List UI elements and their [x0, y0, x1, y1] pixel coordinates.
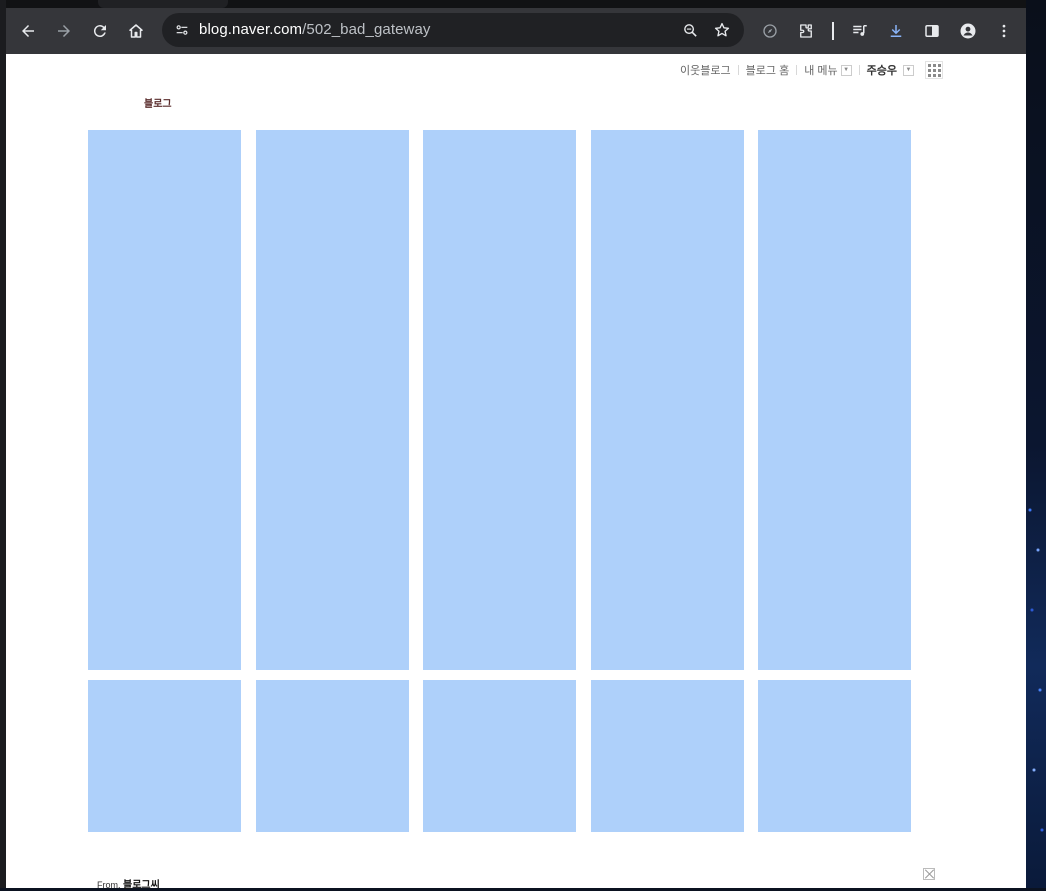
back-icon	[22, 25, 34, 37]
profile-icon	[960, 23, 976, 39]
placeholder-tile	[256, 680, 409, 832]
placeholder-tile	[88, 680, 241, 832]
forward-button[interactable]	[50, 17, 78, 45]
placeholder-tile	[88, 130, 241, 670]
browser-window: blog.naver.com/502_bad_gateway 이웃블로그 블로그…	[6, 0, 1026, 891]
site-info-icon	[176, 25, 188, 35]
tab-strip	[6, 0, 1026, 8]
nav-separator	[858, 65, 860, 75]
chevron-down-icon: ▼	[903, 64, 914, 76]
browser-toolbar: blog.naver.com/502_bad_gateway	[6, 8, 1026, 54]
placeholder-tile	[423, 130, 576, 670]
grid-dot	[937, 73, 941, 77]
address-bar[interactable]: blog.naver.com/502_bad_gateway	[162, 13, 744, 47]
grid-dot	[927, 68, 931, 72]
bookmark-star-icon	[714, 22, 730, 37]
placeholder-tile	[758, 680, 911, 832]
from-credit: From. 블로그씨	[97, 876, 160, 891]
side-panel-button[interactable]	[918, 17, 946, 45]
grid-dot	[927, 73, 931, 77]
neighbor-blog-link[interactable]: 이웃블로그	[680, 62, 731, 78]
grid-dot	[927, 63, 931, 67]
home-button[interactable]	[122, 17, 150, 45]
forward-icon	[58, 25, 70, 37]
zoom-button[interactable]	[676, 16, 704, 44]
side-panel-icon	[925, 25, 939, 37]
nav-separator	[796, 65, 798, 75]
extensions-icon	[800, 24, 812, 38]
browser-menu-button[interactable]	[990, 17, 1018, 45]
compass-icon	[763, 24, 777, 38]
media-icon	[853, 25, 867, 36]
blog-home-link[interactable]: 블로그 홈	[746, 62, 790, 78]
media-button[interactable]	[846, 17, 874, 45]
grid-dot	[932, 73, 936, 77]
placeholder-tile	[591, 680, 744, 832]
menu-icon	[1002, 24, 1006, 38]
extensions-button[interactable]	[792, 17, 820, 45]
city-lights	[1026, 490, 1046, 888]
placeholder-tile	[758, 130, 911, 670]
download-button[interactable]	[882, 17, 910, 45]
profile-button[interactable]	[954, 17, 982, 45]
apps-grid-button[interactable]	[925, 61, 943, 79]
grid-dot	[937, 63, 941, 67]
active-tab[interactable]	[98, 0, 228, 8]
grid-dot	[932, 68, 936, 72]
placeholder-tile	[591, 130, 744, 670]
url-path: /502_bad_gateway	[302, 21, 431, 38]
blog-title-link[interactable]: 블로그	[144, 95, 172, 110]
reload-icon	[93, 25, 106, 38]
url-text[interactable]: blog.naver.com/502_bad_gateway	[199, 21, 431, 38]
close-icon[interactable]	[923, 868, 935, 880]
placeholder-tile	[256, 130, 409, 670]
reload-button[interactable]	[86, 17, 114, 45]
chevron-down-icon: ▼	[840, 64, 852, 76]
from-label: From.	[97, 880, 121, 890]
compass-extension-button[interactable]	[756, 17, 784, 45]
home-icon	[129, 24, 143, 38]
download-icon	[890, 25, 902, 37]
user-name: 주승우	[866, 65, 897, 77]
toolbar-divider	[832, 22, 834, 40]
grid-dot	[937, 68, 941, 72]
my-menu-dropdown[interactable]: 내 메뉴 ▼	[804, 62, 852, 78]
bookmark-button[interactable]	[708, 16, 736, 44]
zoom-icon	[683, 23, 697, 37]
blog-page: 이웃블로그 블로그 홈 내 메뉴 ▼ 주승우 ▼ 블로그 From. 블로그씨	[6, 54, 1026, 891]
user-menu-dropdown[interactable]: 주승우 ▼	[867, 62, 914, 78]
grid-dot	[932, 63, 936, 67]
placeholder-tile	[423, 680, 576, 832]
from-name: 블로그씨	[123, 880, 160, 891]
site-info-button[interactable]	[168, 16, 196, 44]
back-button[interactable]	[14, 17, 42, 45]
my-menu-label: 내 메뉴	[804, 65, 838, 77]
nav-separator	[737, 65, 739, 75]
top-nav: 이웃블로그 블로그 홈 내 메뉴 ▼ 주승우 ▼	[680, 62, 914, 78]
desktop-wallpaper	[1026, 0, 1046, 888]
url-host: blog.naver.com	[199, 21, 303, 38]
